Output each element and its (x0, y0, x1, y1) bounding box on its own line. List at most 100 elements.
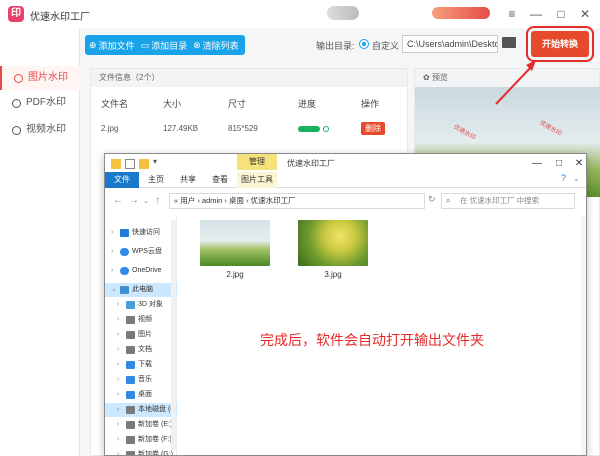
file-button-group: ⊕ 添加文件 ▭ 添加目录 ⊗ 清除列表 (85, 35, 245, 55)
sidebar-item-label: PDF水印 (26, 97, 66, 108)
expand-ribbon-icon[interactable]: ⌄ (573, 174, 580, 183)
nav-item-volume-f[interactable]: › 新加卷 (F:) (117, 433, 172, 447)
add-directory-button[interactable]: ▭ 添加目录 (141, 39, 188, 52)
tab-view[interactable]: 查看 (207, 172, 233, 188)
document-icon (126, 346, 135, 354)
forward-icon[interactable]: → (129, 195, 139, 206)
customize-quick-access-icon[interactable]: ▾ (153, 157, 157, 166)
file-label[interactable]: 2.jpg (200, 270, 270, 279)
delete-button[interactable]: 删除 (361, 122, 385, 135)
clear-list-button[interactable]: ⊗ 清除列表 (193, 39, 239, 52)
nav-item-quick-access[interactable]: › 快速访问 (111, 226, 160, 240)
computer-icon (120, 286, 129, 294)
sidebar-item-label: 视频水印 (26, 124, 66, 135)
manage-tab[interactable]: 管理 (237, 154, 277, 170)
new-folder-icon[interactable] (139, 159, 149, 169)
watermark-text: 优速水印 (452, 124, 477, 142)
address-bar-row: ← → ⌄ ↑ « 用户 › admin › 桌面 › 优速水印工厂 ↻ 在 优… (105, 189, 586, 213)
search-input[interactable]: 在 优速水印工厂 中搜索 (441, 193, 575, 209)
desktop-icon (126, 391, 135, 399)
video-icon (126, 316, 135, 324)
plus-icon: ⊕ (89, 39, 97, 50)
properties-icon[interactable] (125, 159, 135, 169)
address-input[interactable]: « 用户 › admin › 桌面 › 优速水印工厂 (169, 193, 425, 209)
nav-item-videos[interactable]: › 视频 (117, 313, 152, 327)
file-size: 127.49KB (163, 124, 199, 133)
folder-icon: ▭ (140, 39, 150, 50)
picture-icon (126, 331, 135, 339)
column-header-dims: 尺寸 (228, 99, 247, 109)
nav-item-volume-e[interactable]: › 新加卷 (E:) (117, 418, 172, 432)
add-file-button[interactable]: ⊕ 添加文件 (89, 39, 135, 52)
tab-picture-tools[interactable]: 图片工具 (237, 172, 277, 188)
nav-item-onedrive[interactable]: › OneDrive (111, 264, 162, 278)
folder-icon (111, 159, 121, 169)
search-icon: ⌕ (446, 196, 451, 205)
nav-item-wps-cloud[interactable]: › WPS云盘 (111, 245, 162, 259)
nav-item-3d-objects[interactable]: › 3D 对象 (117, 298, 163, 312)
nav-item-volume-g[interactable]: › 新加卷 (G:) (117, 448, 173, 455)
custom-dir-label: 自定义 (372, 41, 400, 51)
drive-icon (126, 436, 135, 444)
progress-status-icon (323, 126, 329, 132)
file-thumbnail-2jpg[interactable] (200, 220, 270, 266)
user-avatar[interactable] (327, 6, 359, 20)
maximize-button[interactable]: □ (551, 4, 571, 24)
ribbon-tabs: 文件 主页 共享 查看 图片工具 ⌄ ? (105, 172, 586, 188)
file-label[interactable]: 3.jpg (298, 270, 368, 279)
nav-item-music[interactable]: › 音乐 (117, 373, 152, 387)
trash-icon: ⊗ (193, 39, 201, 50)
up-icon[interactable]: ↑ (155, 195, 160, 206)
tab-file[interactable]: 文件 (105, 172, 139, 188)
recent-locations-icon[interactable]: ⌄ (143, 197, 149, 205)
watermark-text: 优速水印 (538, 120, 563, 138)
pointer-arrow-icon (495, 60, 536, 105)
tab-share[interactable]: 共享 (175, 172, 201, 188)
explorer-title: 优速水印工厂 (287, 159, 335, 168)
output-path-input[interactable]: C:\Users\admin\Deskto (402, 35, 498, 53)
sidebar-item-image-watermark[interactable]: 图片水印 (0, 66, 80, 90)
refresh-icon[interactable]: ↻ (428, 194, 436, 205)
progress-bar (298, 126, 320, 132)
content-scrollbar[interactable] (581, 216, 586, 455)
column-header-size: 大小 (163, 99, 182, 109)
app-logo-icon: 印 (8, 6, 24, 22)
nav-item-downloads[interactable]: › 下载 (117, 358, 152, 372)
explorer-titlebar: ▾ 管理 优速水印工厂 — □ ✕ (105, 154, 586, 174)
sidebar-item-pdf-watermark[interactable]: PDF水印 (0, 91, 80, 115)
app-titlebar: 印 优速水印工厂 ≡ — □ ✕ (0, 0, 600, 28)
tab-home[interactable]: 主页 (143, 172, 169, 188)
app-title: 优速水印工厂 (30, 12, 90, 23)
nav-item-local-disk-c[interactable]: › 本地磁盘 (C (105, 403, 177, 417)
column-header-name: 文件名 (101, 99, 129, 109)
image-icon (14, 73, 23, 83)
nav-item-pictures[interactable]: › 图片 (117, 328, 152, 342)
nav-item-this-pc[interactable]: ⌄ 此电脑 (105, 283, 177, 297)
menu-icon[interactable]: ≡ (502, 4, 522, 24)
back-icon[interactable]: ← (113, 195, 123, 206)
close-button[interactable]: ✕ (571, 156, 586, 172)
file-thumbnail-3jpg[interactable] (298, 220, 368, 266)
nav-scrollbar[interactable] (171, 220, 176, 450)
nav-item-documents[interactable]: › 文档 (117, 343, 152, 357)
custom-dir-radio[interactable] (359, 39, 369, 49)
close-button[interactable]: ✕ (575, 4, 595, 24)
minimize-button[interactable]: — (526, 4, 546, 24)
nav-item-desktop[interactable]: › 桌面 (117, 388, 152, 402)
file-panel-header: 文件信息（2个） (91, 69, 407, 87)
output-dir-label: 输出目录: (316, 41, 355, 51)
column-header-action: 操作 (361, 99, 380, 109)
navigation-pane: › 快速访问 › WPS云盘 › OneDrive ⌄ 此电脑 › 3D 对象 › 视频 ›… (105, 216, 177, 455)
download-icon (126, 361, 135, 369)
sidebar-item-label: 图片水印 (28, 72, 68, 83)
sidebar-item-video-watermark[interactable]: 视频水印 (0, 118, 80, 142)
help-icon[interactable]: ? (561, 173, 566, 183)
gear-icon: ✿ (423, 73, 432, 82)
drive-icon (126, 421, 135, 429)
onedrive-icon (120, 267, 129, 275)
minimize-button[interactable]: — (529, 156, 545, 172)
vip-badge[interactable] (432, 7, 490, 19)
explorer-window: ▾ 管理 优速水印工厂 — □ ✕ 文件 主页 共享 查看 图片工具 ⌄ ? ←… (104, 153, 587, 456)
maximize-button[interactable]: □ (551, 156, 567, 172)
browse-folder-icon[interactable] (502, 37, 516, 48)
